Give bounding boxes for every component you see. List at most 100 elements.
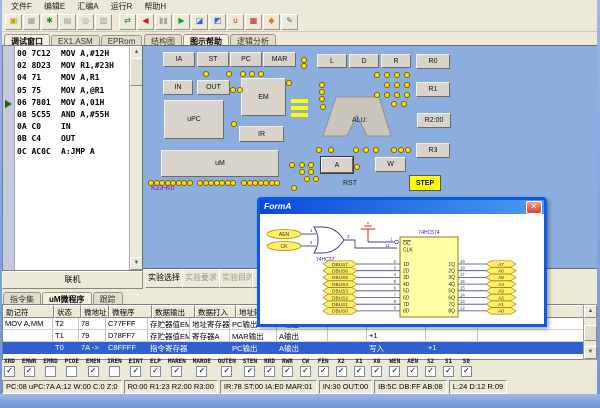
reset-button[interactable]: ◀ [137, 14, 154, 30]
diagram-block-mar[interactable]: MAR [263, 52, 296, 67]
micro-u-button[interactable]: u [227, 14, 244, 30]
signal-checkbox[interactable]: ✓ [300, 366, 311, 377]
connection-dot[interactable] [404, 82, 410, 88]
connection-dot[interactable] [373, 147, 379, 153]
connection-dot[interactable] [240, 71, 246, 77]
signal-checkbox[interactable]: ✓ [282, 366, 293, 377]
menu-file[interactable]: 文件F [6, 1, 37, 12]
connection-dot[interactable] [391, 101, 397, 107]
run-button[interactable]: ▶ [173, 14, 190, 30]
diagram-block-d[interactable]: D [349, 54, 379, 68]
signal-checkbox[interactable]: ✓ [264, 366, 275, 377]
open-file-button[interactable]: ▣ [5, 14, 22, 30]
connection-dot[interactable] [363, 147, 369, 153]
diagram-block-out[interactable]: OUT [197, 80, 230, 95]
connection-dot[interactable] [286, 80, 292, 86]
diagram-block-em[interactable]: EM [241, 78, 286, 116]
code-line[interactable]: 0A C0IN [17, 122, 128, 134]
code-line[interactable]: 05 75MOV A,@R1 [17, 86, 128, 98]
code-line[interactable]: 04 71MOV A,R1 [17, 73, 128, 85]
diagram-block-r3[interactable]: R3 [416, 143, 450, 158]
menu-edit[interactable]: 编辑E [39, 1, 70, 12]
diagram-block-ia[interactable]: IA [163, 52, 195, 67]
signal-checkbox[interactable]: ✓ [318, 366, 329, 377]
debug-code-panel[interactable]: 00 7C12MOV A,#12H02 8D23MOV R1,#23H04 71… [2, 45, 143, 271]
jump-button[interactable]: ◆ [263, 14, 280, 30]
diagram-block-r200[interactable]: R2:00 [417, 113, 451, 128]
connection-dot[interactable] [230, 87, 236, 93]
signal-checkbox[interactable] [66, 366, 77, 377]
signal-checkbox[interactable]: ✓ [461, 366, 472, 377]
connection-dot[interactable] [398, 147, 404, 153]
connection-dot[interactable] [301, 63, 307, 69]
connection-dot[interactable] [304, 176, 310, 182]
connection-dot[interactable] [394, 82, 400, 88]
chip-grid-button[interactable]: ▦ [245, 14, 262, 30]
menu-help[interactable]: 帮助H [139, 1, 171, 12]
scroll-down-icon[interactable]: ▼ [584, 346, 597, 359]
menu-run[interactable]: 运行R [106, 1, 138, 12]
connection-dot[interactable] [299, 162, 305, 168]
code-line[interactable]: 0C AC0CA:JMP A [17, 147, 128, 159]
signal-checkbox[interactable]: ✓ [244, 366, 255, 377]
connection-dot[interactable] [354, 164, 360, 170]
signal-checkbox[interactable]: ✓ [354, 366, 365, 377]
connection-dot[interactable] [187, 180, 193, 186]
connection-dot[interactable] [394, 92, 400, 98]
signal-checkbox[interactable]: ✓ [221, 366, 232, 377]
menu-assemble[interactable]: 汇编A [72, 1, 103, 12]
table-scrollbar[interactable]: ▲ ▼ [583, 304, 597, 360]
code-line[interactable]: 0B C4OUT [17, 134, 128, 146]
connection-dot[interactable] [394, 72, 400, 78]
signal-checkbox[interactable]: ✓ [196, 366, 207, 377]
connection-dot[interactable] [237, 87, 243, 93]
table-row[interactable]: T179D78FF7存贮器值EM寄存器AMAR输出A输出+1 [3, 330, 584, 342]
signal-checkbox[interactable]: ✓ [24, 366, 35, 377]
signal-checkbox[interactable]: ✓ [407, 366, 418, 377]
connection-dot[interactable] [401, 101, 407, 107]
diagram-block-in[interactable]: IN [163, 80, 193, 95]
experiment-select-button[interactable]: 实验选择 [145, 269, 183, 288]
connection-dot[interactable] [374, 72, 380, 78]
diagram-block-w[interactable]: W [375, 157, 406, 172]
dialog-title-bar[interactable]: FormA ✕ [260, 200, 544, 214]
connection-dot[interactable] [319, 82, 325, 88]
signal-checkbox[interactable]: ✓ [88, 366, 99, 377]
diagram-block-pc[interactable]: PC [230, 52, 262, 67]
connection-dot[interactable] [203, 71, 209, 77]
connection-dot[interactable] [258, 71, 264, 77]
debug-lamp-button[interactable]: ✎ [281, 14, 298, 30]
connection-dot[interactable] [404, 72, 410, 78]
scroll-up-icon[interactable]: ▲ [584, 305, 597, 318]
connection-dot[interactable] [319, 89, 325, 95]
signal-checkbox[interactable]: ✓ [130, 366, 141, 377]
table-row[interactable]: T07A ->C8FFFF指令寄存器PC输出A输出写入+1 [3, 342, 584, 354]
signal-checkbox[interactable] [45, 366, 56, 377]
connection-dot[interactable] [291, 185, 297, 191]
forma-dialog[interactable]: FormA ✕ AEN CK 1 2 3 74HC32 [257, 197, 547, 327]
signal-checkbox[interactable]: ✓ [4, 366, 15, 377]
scroll-thumb[interactable] [584, 325, 597, 341]
connection-dot[interactable] [384, 82, 390, 88]
diagram-block-st[interactable]: ST [197, 52, 229, 67]
connection-dot[interactable] [249, 71, 255, 77]
connection-dot[interactable] [230, 180, 236, 186]
connection-dot[interactable] [319, 96, 325, 102]
connection-dot[interactable] [299, 169, 305, 175]
connection-dot[interactable] [404, 92, 410, 98]
connection-dot[interactable] [374, 92, 380, 98]
connection-dot[interactable] [384, 92, 390, 98]
connection-dot[interactable] [384, 72, 390, 78]
code-line[interactable]: 02 8D23MOV R1,#23H [17, 61, 128, 73]
signal-checkbox[interactable]: ✓ [336, 366, 347, 377]
connection-dot[interactable] [308, 169, 314, 175]
connection-dot[interactable] [289, 162, 295, 168]
code-scrollbar[interactable]: ▲ ▼ [129, 46, 142, 270]
diagram-block-r[interactable]: R [381, 54, 411, 68]
code-line[interactable]: 00 7C12MOV A,#12H [17, 49, 128, 61]
connection-dot[interactable] [308, 162, 314, 168]
refresh-button[interactable]: ⇄ [119, 14, 136, 30]
diagram-block-um[interactable]: uM [161, 150, 279, 177]
connection-dot[interactable] [231, 121, 237, 127]
connection-dot[interactable] [226, 71, 232, 77]
